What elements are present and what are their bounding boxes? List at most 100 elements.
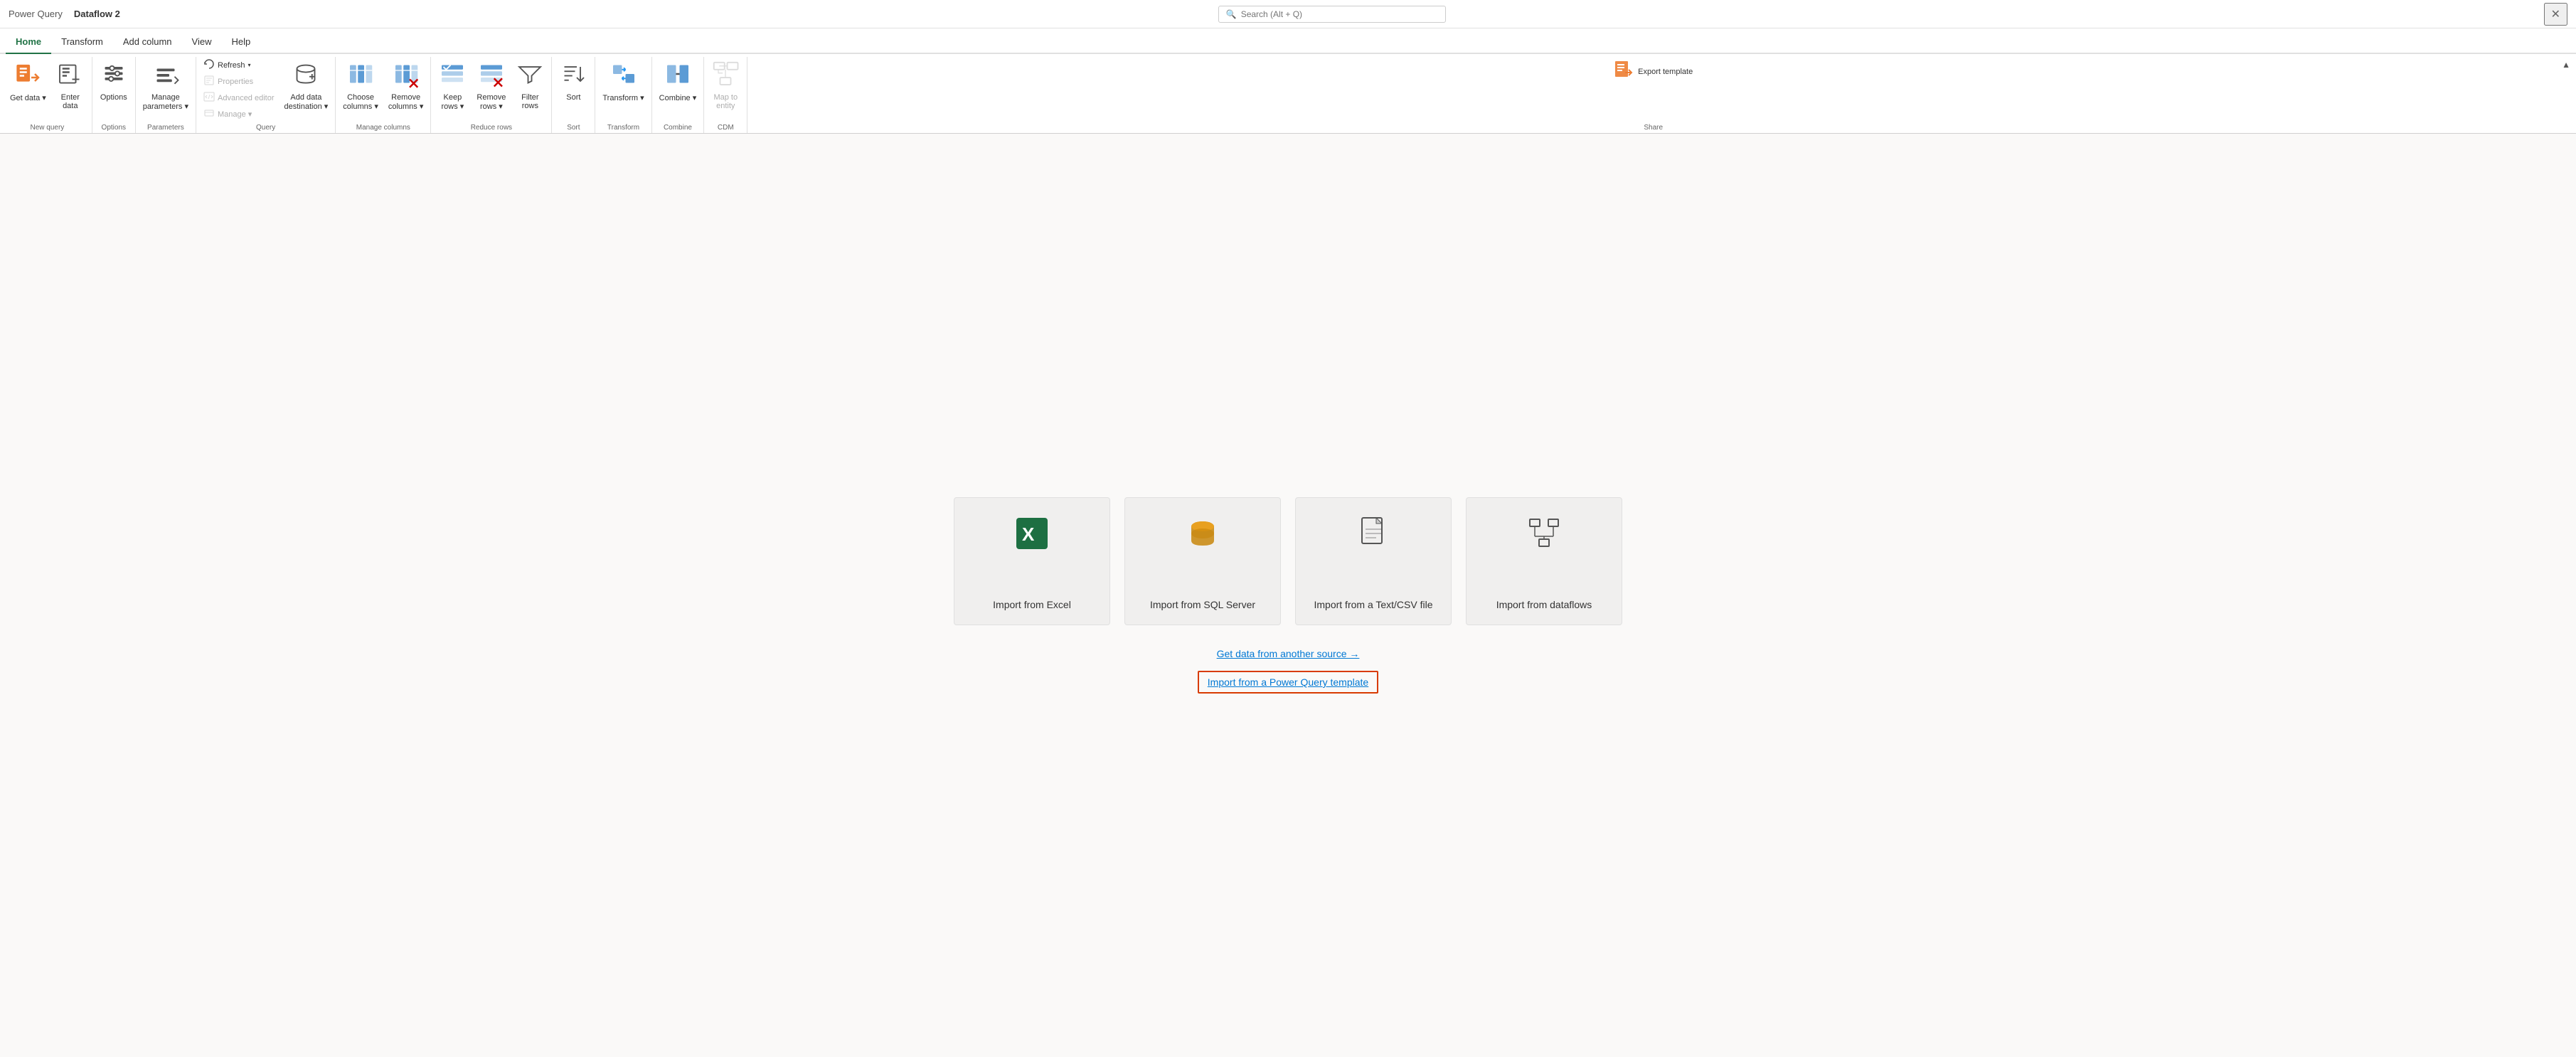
add-data-destination-button[interactable]: Add datadestination ▾ [280, 57, 333, 122]
manage-params-icon [151, 60, 180, 92]
enter-data-button[interactable]: Enterdata [52, 57, 89, 113]
get-data-another-source-link[interactable]: Get data from another source → [1217, 648, 1360, 659]
ribbon-group-transform: Transform ▾ Transform [595, 57, 651, 133]
enter-data-icon [56, 60, 85, 92]
remove-columns-button[interactable]: Removecolumns ▾ [384, 57, 428, 114]
import-sql-label: Import from SQL Server [1150, 599, 1255, 610]
sort-icon [559, 60, 587, 92]
tab-bar: Home Transform Add column View Help [0, 28, 2576, 54]
map-to-entity-button[interactable]: Map toentity [707, 57, 744, 113]
manage-cols-group-label: Manage columns [339, 122, 427, 132]
ribbon-group-options: Options Options [92, 57, 136, 133]
export-template-button[interactable]: Export template [1609, 57, 1697, 86]
reduce-rows-group-label: Reduce rows [434, 122, 548, 132]
advanced-editor-button[interactable]: Advanced editor [199, 90, 279, 106]
map-entity-label: Map toentity [713, 93, 738, 110]
combine-group-label: Combine [655, 122, 701, 132]
search-input[interactable] [1241, 9, 1438, 19]
manage-parameters-button[interactable]: Manageparameters ▾ [139, 57, 193, 114]
textcsv-icon [1355, 515, 1392, 557]
ribbon-group-sort: Sort Sort [552, 57, 595, 133]
manage-params-label: Manageparameters ▾ [143, 93, 188, 111]
options-button[interactable]: Options [95, 57, 132, 105]
keep-rows-button[interactable]: Keeprows ▾ [434, 57, 471, 114]
tab-help[interactable]: Help [221, 31, 260, 54]
title-bar: Power Query Dataflow 2 🔍 ✕ [0, 0, 2576, 28]
import-excel-card[interactable]: X Import from Excel [954, 497, 1110, 625]
filter-rows-icon [516, 60, 544, 92]
add-data-dest-label: Add datadestination ▾ [284, 93, 329, 111]
sort-group-label: Sort [555, 122, 592, 132]
advanced-editor-icon [203, 91, 215, 105]
search-box[interactable]: 🔍 [1218, 6, 1446, 23]
import-excel-label: Import from Excel [993, 599, 1071, 610]
template-link-wrapper: Import from a Power Query template [1198, 671, 1378, 694]
transform-button[interactable]: Transform ▾ [598, 57, 648, 105]
refresh-button[interactable]: Refresh ▾ [199, 57, 279, 73]
refresh-icon [203, 58, 215, 72]
sql-icon [1184, 515, 1221, 557]
properties-label: Properties [218, 78, 253, 86]
manage-icon [203, 107, 215, 121]
map-entity-icon [711, 60, 740, 92]
doc-name: Dataflow 2 [74, 9, 120, 19]
import-dataflows-label: Import from dataflows [1496, 599, 1592, 610]
filter-rows-button[interactable]: Filterrows [511, 57, 548, 113]
dataflows-icon [1526, 515, 1563, 557]
manage-button[interactable]: Manage ▾ [199, 106, 279, 122]
tab-home[interactable]: Home [6, 31, 51, 54]
transform-label: Transform ▾ [602, 93, 644, 102]
import-template-link[interactable]: Import from a Power Query template [1208, 676, 1368, 688]
remove-rows-button[interactable]: Removerows ▾ [472, 57, 510, 114]
ribbon-group-reduce-rows: Keeprows ▾ Removerows ▾ [431, 57, 552, 133]
ribbon-group-new-query: Get data ▾ Enterdata New query [3, 57, 92, 133]
get-data-label: Get data ▾ [10, 93, 46, 102]
ribbon-group-parameters: Manageparameters ▾ Parameters [136, 57, 196, 133]
import-dataflows-card[interactable]: Import from dataflows [1466, 497, 1622, 625]
properties-button[interactable]: Properties [199, 73, 279, 90]
import-textcsv-card[interactable]: Import from a Text/CSV file [1295, 497, 1452, 625]
import-sql-card[interactable]: Import from SQL Server [1124, 497, 1281, 625]
main-content: X Import from Excel Import from SQL Serv… [0, 134, 2576, 1057]
sort-label: Sort [566, 93, 580, 102]
properties-icon [203, 75, 215, 88]
import-textcsv-label: Import from a Text/CSV file [1314, 599, 1432, 610]
add-data-dest-icon [292, 60, 320, 92]
options-group-label: Options [95, 122, 132, 132]
close-button[interactable]: ✕ [2544, 3, 2567, 26]
choose-cols-icon [346, 60, 375, 92]
remove-rows-icon [477, 60, 506, 92]
filter-rows-label: Filterrows [521, 93, 538, 110]
choose-columns-button[interactable]: Choosecolumns ▾ [339, 57, 383, 114]
choose-cols-label: Choosecolumns ▾ [343, 93, 378, 111]
app-name: Power Query [9, 9, 63, 19]
ribbon: Get data ▾ Enterdata New query [0, 54, 2576, 134]
get-data-icon [14, 60, 42, 92]
tab-transform[interactable]: Transform [51, 31, 113, 54]
excel-icon: X [1013, 515, 1050, 557]
new-query-label: New query [6, 122, 89, 132]
options-label: Options [100, 93, 127, 102]
export-template-icon [1614, 60, 1634, 83]
query-col: Refresh ▾ Properties [199, 57, 279, 122]
remove-cols-label: Removecolumns ▾ [388, 93, 424, 111]
get-data-button[interactable]: Get data ▾ [6, 57, 50, 105]
query-group-label: Query [199, 122, 332, 132]
ribbon-group-cdm: Map toentity CDM [704, 57, 747, 133]
svg-text:X: X [1022, 524, 1035, 545]
manage-label: Manage ▾ [218, 110, 252, 119]
ribbon-collapse-button[interactable]: ▲ [2562, 60, 2570, 70]
ribbon-group-combine: Combine ▾ Combine [652, 57, 705, 133]
import-cards: X Import from Excel Import from SQL Serv… [954, 497, 1622, 625]
keep-rows-label: Keeprows ▾ [441, 93, 464, 111]
share-group-label: Share [750, 122, 2556, 132]
sort-button[interactable]: Sort [555, 57, 592, 105]
ribbon-group-share: Export template Share [747, 57, 2559, 133]
refresh-label: Refresh [218, 61, 245, 70]
combine-button[interactable]: Combine ▾ [655, 57, 701, 105]
search-icon: 🔍 [1226, 9, 1237, 19]
tab-view[interactable]: View [182, 31, 222, 54]
ribbon-group-manage-columns: Choosecolumns ▾ Removecolumns ▾ Manage c… [336, 57, 431, 133]
tab-add-column[interactable]: Add column [113, 31, 182, 54]
ribbon-group-query: Refresh ▾ Properties [196, 57, 336, 133]
